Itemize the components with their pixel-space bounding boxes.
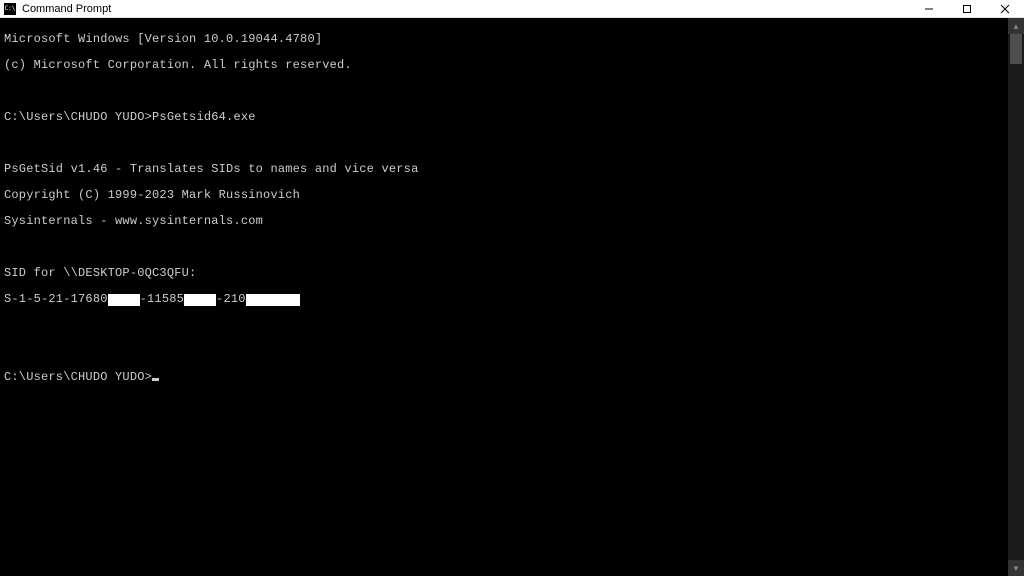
maximize-button[interactable] bbox=[948, 0, 986, 17]
output-line: (c) Microsoft Corporation. All rights re… bbox=[4, 59, 1020, 72]
output-line: Sysinternals - www.sysinternals.com bbox=[4, 215, 1020, 228]
cmd-icon bbox=[4, 3, 16, 15]
blank-line bbox=[4, 345, 1020, 358]
cursor-icon bbox=[152, 378, 159, 381]
close-button[interactable] bbox=[986, 0, 1024, 17]
scroll-down-arrow-icon[interactable]: ▼ bbox=[1008, 560, 1024, 576]
titlebar-left: Command Prompt bbox=[4, 3, 111, 15]
redacted-block bbox=[184, 294, 216, 306]
redacted-block bbox=[246, 294, 300, 306]
prompt-line: C:\Users\CHUDO YUDO> bbox=[4, 371, 1020, 384]
scroll-thumb[interactable] bbox=[1010, 34, 1022, 64]
vertical-scrollbar[interactable]: ▲ ▼ bbox=[1008, 18, 1024, 576]
scroll-track[interactable] bbox=[1008, 34, 1024, 560]
blank-line bbox=[4, 241, 1020, 254]
output-line: PsGetSid v1.46 - Translates SIDs to name… bbox=[4, 163, 1020, 176]
output-line: Copyright (C) 1999-2023 Mark Russinovich bbox=[4, 189, 1020, 202]
window-controls bbox=[910, 0, 1024, 17]
scroll-up-arrow-icon[interactable]: ▲ bbox=[1008, 18, 1024, 34]
window-title: Command Prompt bbox=[22, 3, 111, 15]
output-line: Microsoft Windows [Version 10.0.19044.47… bbox=[4, 33, 1020, 46]
prompt-line: C:\Users\CHUDO YUDO>PsGetsid64.exe bbox=[4, 111, 1020, 124]
terminal-output: Microsoft Windows [Version 10.0.19044.47… bbox=[0, 18, 1024, 412]
terminal-viewport[interactable]: Microsoft Windows [Version 10.0.19044.47… bbox=[0, 18, 1024, 576]
window-titlebar[interactable]: Command Prompt bbox=[0, 0, 1024, 18]
blank-line bbox=[4, 85, 1020, 98]
sid-line: S-1-5-21-17680-11585-210 bbox=[4, 293, 1020, 306]
minimize-button[interactable] bbox=[910, 0, 948, 17]
output-line: SID for \\DESKTOP-0QC3QFU: bbox=[4, 267, 1020, 280]
redacted-block bbox=[108, 294, 140, 306]
blank-line bbox=[4, 319, 1020, 332]
blank-line bbox=[4, 137, 1020, 150]
